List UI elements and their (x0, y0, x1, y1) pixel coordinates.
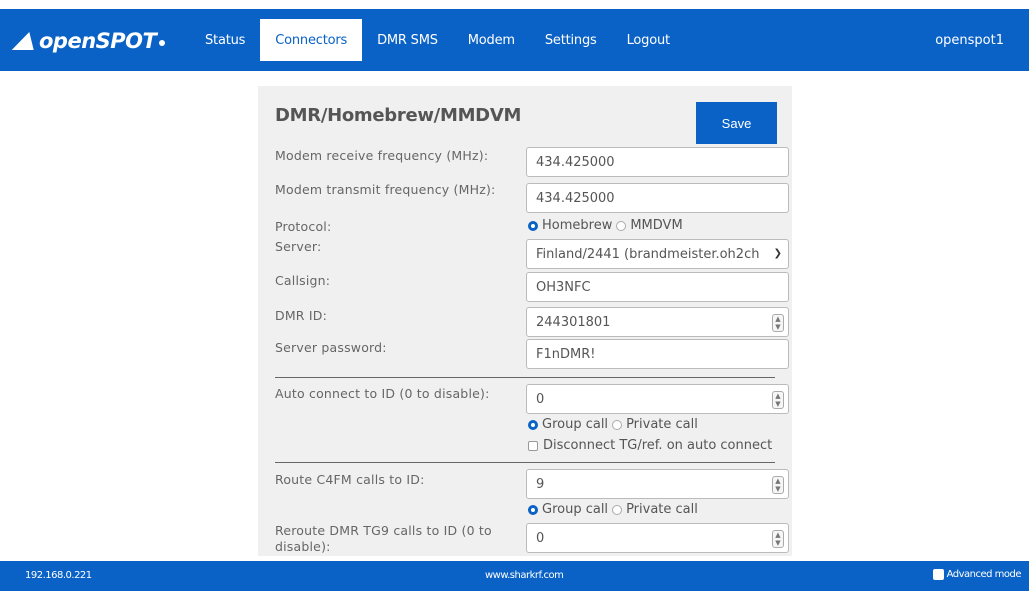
connector-panel: DMR/Homebrew/MMDVM Save Modem receive fr… (258, 86, 792, 556)
auto-connect-private-label: Private call (626, 417, 698, 432)
route-c4fm-call-type: Group call Private call (528, 502, 698, 517)
advanced-mode-toggle[interactable]: Advanced mode (932, 569, 1022, 580)
disconnect-label: Disconnect TG/ref. on auto connect (543, 438, 773, 453)
dmr-id-value: 244301801 (536, 315, 611, 330)
logo-mark-icon (11, 32, 41, 50)
logo-dot-icon (159, 40, 166, 46)
tx-freq-input[interactable]: 434.425000 (526, 183, 789, 213)
auto-connect-spinner-icon[interactable]: ▲ ▼ (772, 391, 784, 409)
save-button[interactable]: Save (696, 102, 777, 144)
divider (275, 462, 775, 463)
chevron-down-icon: ❯ (773, 248, 782, 259)
logo-text: openSPOT (39, 29, 157, 53)
top-navbar: openSPOT Status Connectors DMR SMS Modem… (0, 9, 1029, 71)
reroute-tg9-label: Reroute DMR TG9 calls to ID (0 to disabl… (275, 523, 492, 554)
dmr-id-spinner-icon[interactable]: ▲ ▼ (772, 314, 784, 332)
route-c4fm-group-radio[interactable] (528, 504, 538, 515)
route-c4fm-input[interactable]: 9 ▲ ▼ (526, 469, 789, 499)
rx-freq-label: Modem receive frequency (MHz): (275, 148, 489, 163)
route-c4fm-private-radio[interactable] (612, 504, 623, 515)
nav-logout[interactable]: Logout (612, 19, 685, 61)
auto-connect-value: 0 (536, 392, 545, 407)
reroute-tg9-input[interactable]: 0 ▲ ▼ (526, 523, 789, 553)
auto-connect-input[interactable]: 0 ▲ ▼ (526, 384, 789, 414)
server-select-value: Finland/2441 (brandmeister.oh2ch (536, 247, 760, 262)
disconnect-option: Disconnect TG/ref. on auto connect (528, 438, 772, 453)
auto-connect-private-radio[interactable] (612, 419, 623, 430)
password-input[interactable]: F1nDMR! (526, 339, 789, 369)
advanced-mode-label: Advanced mode (946, 569, 1022, 580)
protocol-mmdvm-label: MMDVM (630, 218, 683, 233)
advanced-mode-checkbox[interactable] (932, 569, 944, 580)
footer-ip: 192.168.0.221 (25, 570, 92, 581)
route-c4fm-spinner-icon[interactable]: ▲ ▼ (772, 476, 784, 494)
auto-connect-call-type: Group call Private call (528, 417, 698, 432)
rx-freq-input[interactable]: 434.425000 (526, 147, 789, 177)
dmr-id-input[interactable]: 244301801 ▲ ▼ (526, 307, 789, 337)
protocol-homebrew-radio[interactable] (528, 220, 538, 231)
footer: 192.168.0.221 www.sharkrf.com Advanced m… (0, 561, 1029, 591)
nav-dmr-sms[interactable]: DMR SMS (362, 19, 453, 61)
route-c4fm-private-label: Private call (626, 502, 698, 517)
dmr-id-label: DMR ID: (275, 308, 327, 323)
callsign-label: Callsign: (275, 273, 331, 288)
reroute-tg9-value: 0 (536, 531, 545, 546)
protocol-radio-group: Homebrew MMDVM (528, 218, 683, 233)
tx-freq-label: Modem transmit frequency (MHz): (275, 182, 496, 197)
callsign-input[interactable]: OH3NFC (526, 272, 789, 302)
opensport-logo[interactable]: openSPOT (11, 24, 166, 58)
protocol-mmdvm-radio[interactable] (616, 220, 627, 231)
server-select[interactable]: Finland/2441 (brandmeister.oh2ch ❯ (526, 239, 789, 269)
divider (275, 377, 775, 378)
footer-site-link[interactable]: www.sharkrf.com (485, 570, 564, 581)
password-label: Server password: (275, 340, 387, 355)
protocol-label: Protocol: (275, 219, 332, 234)
nav-settings[interactable]: Settings (530, 19, 612, 61)
protocol-homebrew-label: Homebrew (542, 218, 613, 233)
main-nav: Status Connectors DMR SMS Modem Settings… (190, 19, 685, 61)
reroute-tg9-spinner-icon[interactable]: ▲ ▼ (772, 530, 784, 548)
auto-connect-group-label: Group call (542, 417, 609, 432)
auto-connect-label: Auto connect to ID (0 to disable): (275, 386, 490, 401)
server-label: Server: (275, 239, 322, 254)
disconnect-checkbox[interactable] (528, 440, 538, 451)
nav-connectors[interactable]: Connectors (260, 19, 363, 61)
route-c4fm-group-label: Group call (542, 502, 609, 517)
device-name: openspot1 (935, 32, 1004, 48)
auto-connect-group-radio[interactable] (528, 419, 538, 430)
panel-title: DMR/Homebrew/MMDVM (275, 105, 522, 126)
nav-modem[interactable]: Modem (453, 19, 530, 61)
route-c4fm-label: Route C4FM calls to ID: (275, 472, 425, 487)
route-c4fm-value: 9 (536, 477, 545, 492)
nav-status[interactable]: Status (190, 19, 260, 61)
